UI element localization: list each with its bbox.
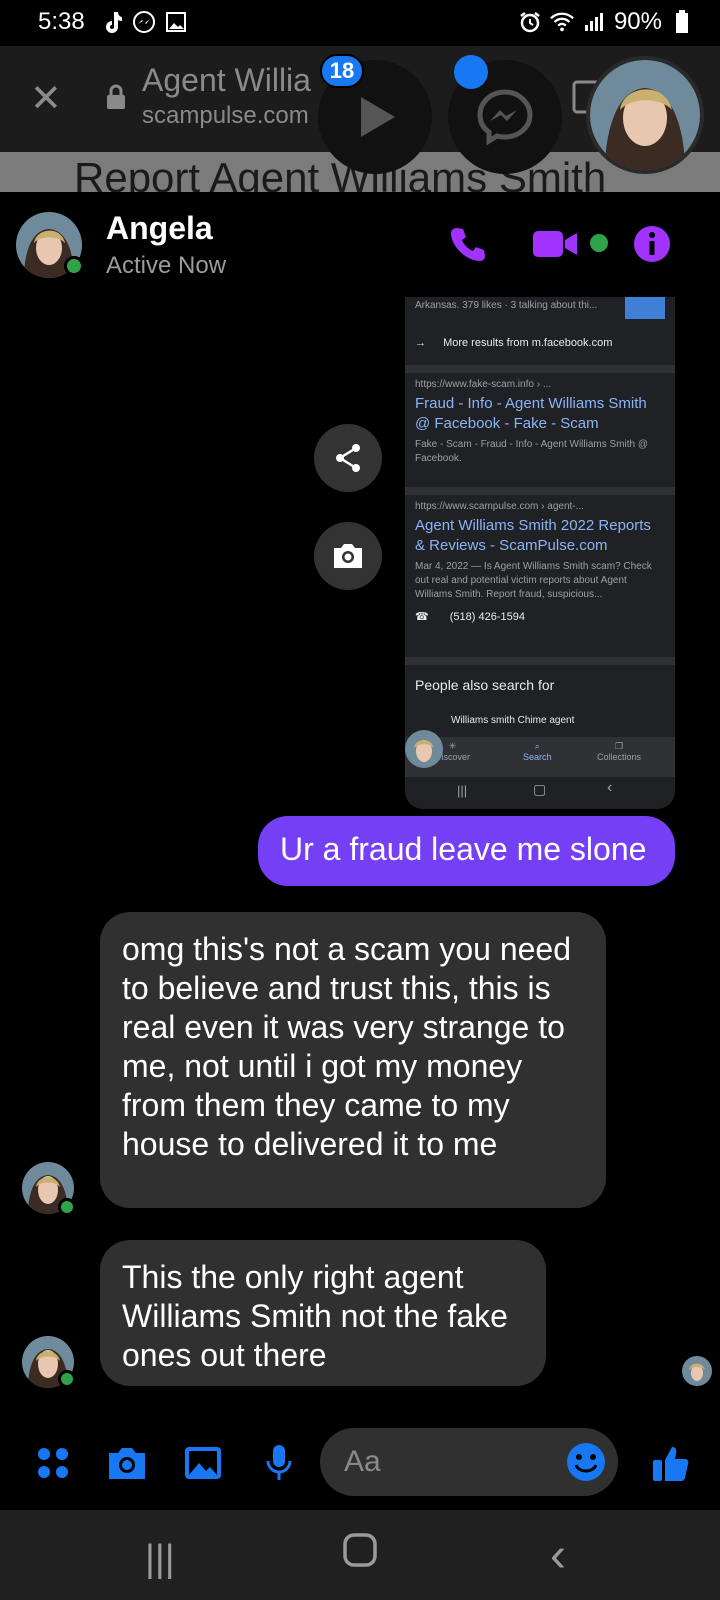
snippet-text: Arkansas. 379 likes · 3 talking about th… <box>415 300 598 311</box>
messenger-icon <box>477 89 533 146</box>
chat-header: Angela Active Now <box>0 192 720 292</box>
battery-percent: 90% <box>613 8 662 35</box>
message-text: Ur a fraud leave me slone <box>280 831 647 867</box>
online-indicator <box>58 1370 76 1388</box>
status-time: 5:38 <box>38 8 85 35</box>
phone-number: (518) 426-1594 <box>449 611 525 623</box>
phone-call-icon[interactable] <box>446 222 490 266</box>
microphone-icon[interactable] <box>256 1440 302 1486</box>
camera-button[interactable] <box>314 522 382 590</box>
more-results-row[interactable]: → More results from m.facebook.com <box>405 333 675 363</box>
battery-icon <box>670 10 694 34</box>
result-description: Mar 4, 2022 — Is Agent Williams Smith sc… <box>415 561 652 600</box>
outgoing-message[interactable]: Ur a fraud leave me slone <box>258 816 675 886</box>
home-icon: ▢ <box>533 781 547 797</box>
status-icons-left <box>100 10 188 34</box>
thumbnail-icon <box>625 297 665 319</box>
browser-page-title: Agent Willia <box>142 62 311 98</box>
back-icon: ‹ <box>607 779 613 796</box>
phone-row[interactable]: ☎ (518) 426-1594 <box>415 610 665 623</box>
seen-avatar <box>405 730 443 768</box>
phone-icon: ☎ <box>415 611 429 623</box>
nav-collections[interactable]: ❐ Collections <box>597 741 641 762</box>
close-icon[interactable]: ✕ <box>30 76 62 121</box>
search-result[interactable]: https://www.fake-scam.info › ... Fraud -… <box>405 379 675 466</box>
share-button[interactable] <box>314 424 382 492</box>
back-button[interactable]: ‹ <box>550 1528 566 1583</box>
people-also-header: People also search for <box>415 677 555 693</box>
result-url: https://www.fake-scam.info › ... <box>415 379 552 390</box>
status-icons-right: 90% <box>518 8 694 36</box>
messenger-status-icon <box>132 10 156 34</box>
info-icon[interactable] <box>630 222 674 266</box>
camera-icon <box>334 544 362 568</box>
message-text: omg this's not a scam you need to believ… <box>122 931 572 1162</box>
system-nav-bar: ||| ‹ <box>0 1510 720 1600</box>
incoming-message[interactable]: omg this's not a scam you need to believ… <box>100 912 606 1208</box>
divider <box>405 487 675 495</box>
more-actions-icon[interactable] <box>30 1440 76 1486</box>
collections-icon: ❐ <box>614 741 624 751</box>
contact-name[interactable]: Angela <box>106 210 213 247</box>
divider <box>405 657 675 665</box>
nav-search[interactable]: ⌕ Search <box>523 741 552 762</box>
read-receipt-avatar <box>682 1356 712 1386</box>
search-icon: ⌕ <box>534 741 540 751</box>
alarm-icon <box>518 10 542 34</box>
result-url: https://www.scampulse.com › agent-... <box>415 501 584 512</box>
result-title[interactable]: Fraud - Info - Agent Williams Smith @ Fa… <box>415 394 665 434</box>
browser-url: scampulse.com <box>142 102 309 129</box>
result-title[interactable]: Agent Williams Smith 2022 Reports & Revi… <box>415 516 665 556</box>
online-indicator <box>64 256 84 276</box>
camera-icon[interactable] <box>104 1440 150 1486</box>
divider <box>405 365 675 373</box>
thumbs-up-icon[interactable] <box>648 1440 694 1486</box>
arrow-right-icon: → <box>415 337 426 349</box>
notification-dot <box>454 55 488 89</box>
home-button[interactable] <box>342 1532 378 1578</box>
tiktok-icon <box>100 10 124 34</box>
play-icon <box>361 97 395 137</box>
message-text: This the only right agent Williams Smith… <box>122 1259 508 1373</box>
suggestion-item[interactable]: Williams smith Chime agent <box>405 715 675 726</box>
message-composer <box>0 1420 720 1510</box>
more-results-label: More results from m.facebook.com <box>443 337 613 349</box>
share-icon <box>336 444 360 472</box>
video-call-icon[interactable] <box>530 222 580 266</box>
contact-chat-head[interactable] <box>586 56 704 174</box>
screenshot-system-nav: ||| ▢ ‹ <box>405 777 675 809</box>
incoming-message[interactable]: This the only right agent Williams Smith… <box>100 1240 546 1386</box>
status-bar: 5:38 90% <box>0 0 720 46</box>
nav-search-label: Search <box>523 752 552 762</box>
wifi-icon <box>550 10 574 34</box>
gallery-status-icon <box>164 10 188 34</box>
unread-count-badge: 18 <box>320 54 364 88</box>
active-status: Active Now <box>106 252 227 279</box>
online-indicator <box>58 1198 76 1216</box>
avatar <box>590 60 700 170</box>
signal-icon <box>582 10 606 34</box>
chat-panel: Angela Active Now Arkansas. 379 likes · … <box>0 192 720 1508</box>
result-description: Fake - Scam - Fraud - Info - Agent Willi… <box>415 439 648 464</box>
search-result[interactable]: https://www.scampulse.com › agent-... Ag… <box>405 501 675 623</box>
snippet-row: Arkansas. 379 likes · 3 talking about th… <box>405 297 675 325</box>
video-active-dot <box>590 234 608 252</box>
lock-icon <box>106 84 126 115</box>
shared-screenshot[interactable]: Arkansas. 379 likes · 3 talking about th… <box>405 297 675 809</box>
gallery-icon[interactable] <box>180 1440 226 1486</box>
recents-icon: ||| <box>457 783 468 798</box>
nav-collections-label: Collections <box>597 752 642 762</box>
recents-button[interactable]: ||| <box>145 1538 175 1581</box>
emoji-icon[interactable] <box>566 1442 606 1482</box>
